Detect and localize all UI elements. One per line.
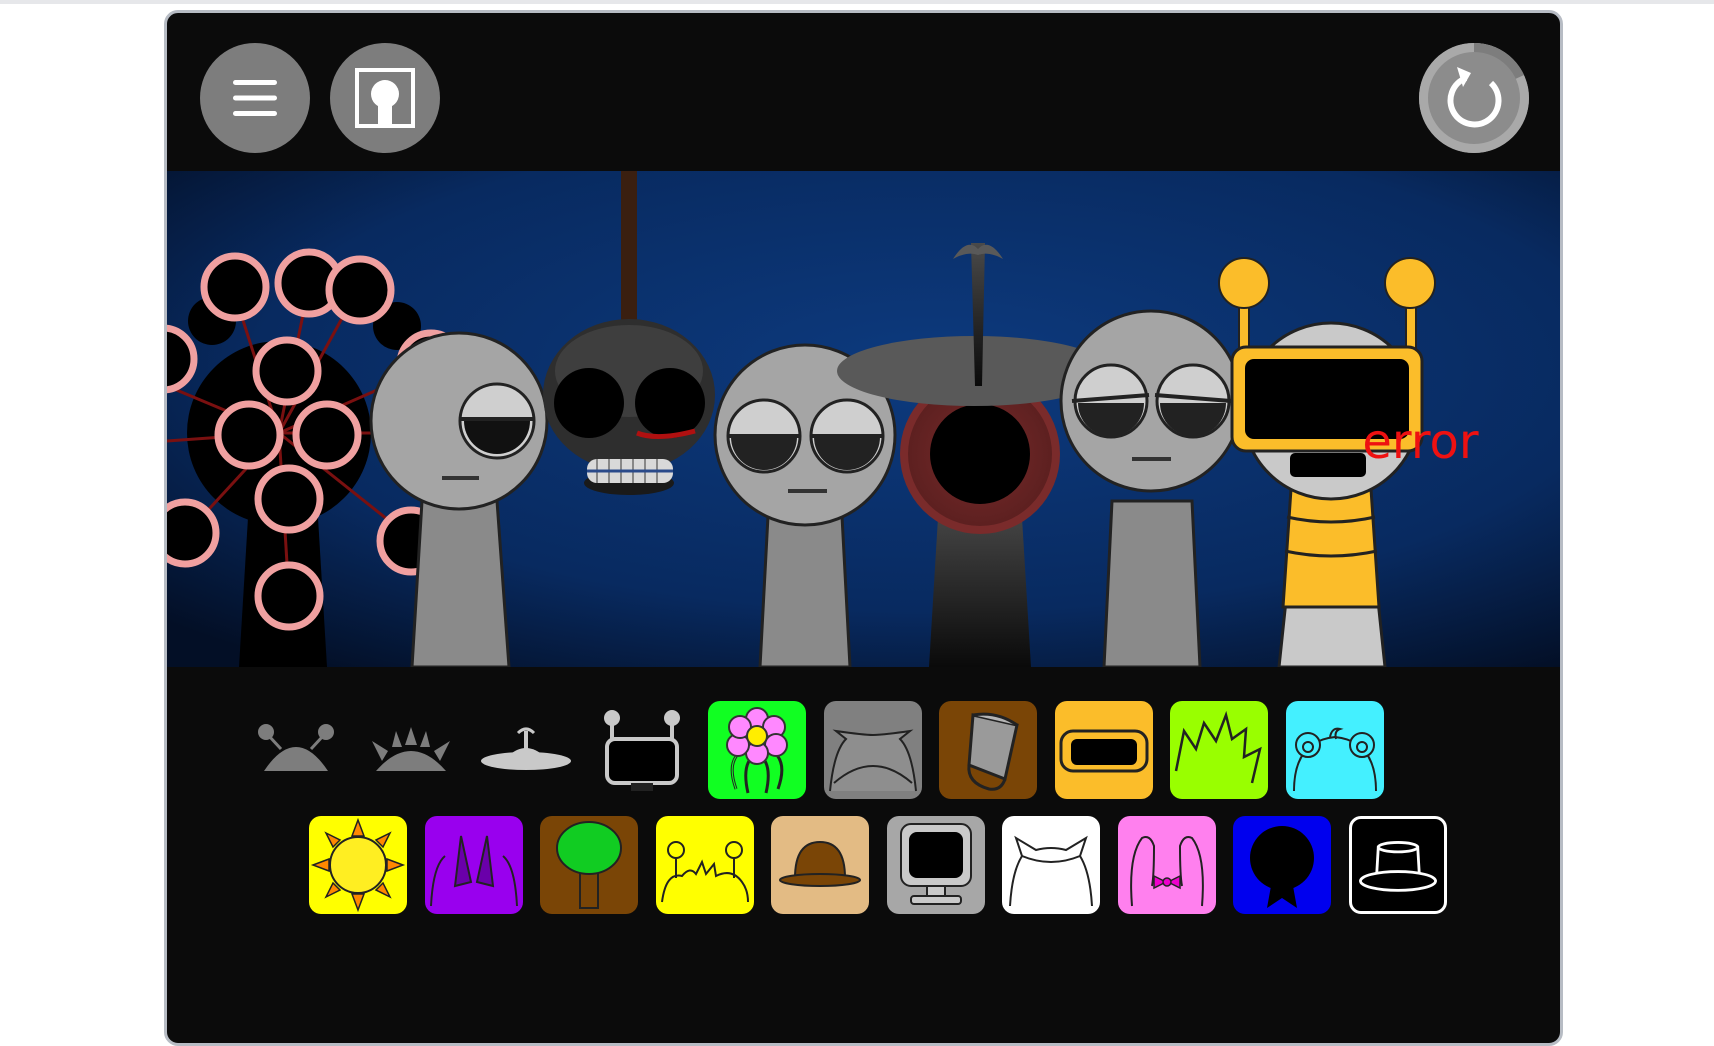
horns-icon	[430, 835, 518, 907]
top-hat-icon	[1359, 841, 1437, 892]
palette-robot-monitor[interactable]	[593, 701, 691, 799]
palette-cat-ears[interactable]	[824, 701, 922, 799]
computer-icon	[900, 823, 972, 905]
bowler-hat-icon	[779, 840, 861, 887]
robot-monitor-icon	[604, 710, 680, 791]
palette-spiky-hair[interactable]	[1170, 701, 1268, 799]
palette-top-hat[interactable]	[1349, 816, 1447, 914]
palette-sun[interactable]	[309, 816, 407, 914]
page-top-strip	[0, 0, 1714, 4]
flower-icon	[726, 707, 788, 794]
palette-antenna-dome[interactable]	[247, 701, 345, 799]
spiky-helmet-icon	[372, 727, 450, 771]
antenna-dome-icon	[258, 724, 334, 771]
head-silhouette-icon	[355, 68, 415, 128]
antenna-hair-icon	[661, 841, 749, 903]
saucer-hat-icon	[481, 727, 571, 770]
tree-icon	[556, 821, 622, 909]
palette-antenna-hair[interactable]	[656, 816, 754, 914]
palette-horns[interactable]	[425, 816, 523, 914]
palette-dark-orb[interactable]	[1233, 816, 1331, 914]
robot-screen-text: error	[1362, 414, 1479, 470]
visor-icon	[1059, 729, 1149, 773]
stage: error	[167, 171, 1560, 667]
bear-ears-icon	[1293, 727, 1377, 792]
palette-bear-ears[interactable]	[1286, 701, 1384, 799]
palette-flower[interactable]	[708, 701, 806, 799]
sun-icon	[310, 817, 406, 913]
palette-bunny-ears[interactable]	[1118, 816, 1216, 914]
bucket-hat-icon	[967, 712, 1019, 791]
palette-saucer-hat[interactable]	[477, 701, 575, 799]
cat-ears-icon	[829, 729, 917, 792]
mode-button[interactable]	[330, 43, 440, 153]
palette-white-ears[interactable]	[1002, 816, 1100, 914]
palette-spiky-helmet[interactable]	[362, 701, 460, 799]
spiky-hair-icon	[1174, 710, 1262, 784]
reset-icon	[1419, 43, 1529, 153]
menu-button[interactable]	[200, 43, 310, 153]
bunny-ears-icon	[1130, 836, 1204, 907]
palette-bucket-hat[interactable]	[939, 701, 1037, 799]
reset-button[interactable]	[1419, 43, 1529, 153]
palette-tree[interactable]	[540, 816, 638, 914]
palette-visor[interactable]	[1055, 701, 1153, 799]
dark-orb-icon	[1250, 826, 1314, 908]
palette-computer[interactable]	[887, 816, 985, 914]
hamburger-menu-icon	[233, 80, 277, 116]
white-ears-icon	[1009, 835, 1093, 907]
game-frame: error	[164, 10, 1563, 1046]
palette-bowler-hat[interactable]	[771, 816, 869, 914]
